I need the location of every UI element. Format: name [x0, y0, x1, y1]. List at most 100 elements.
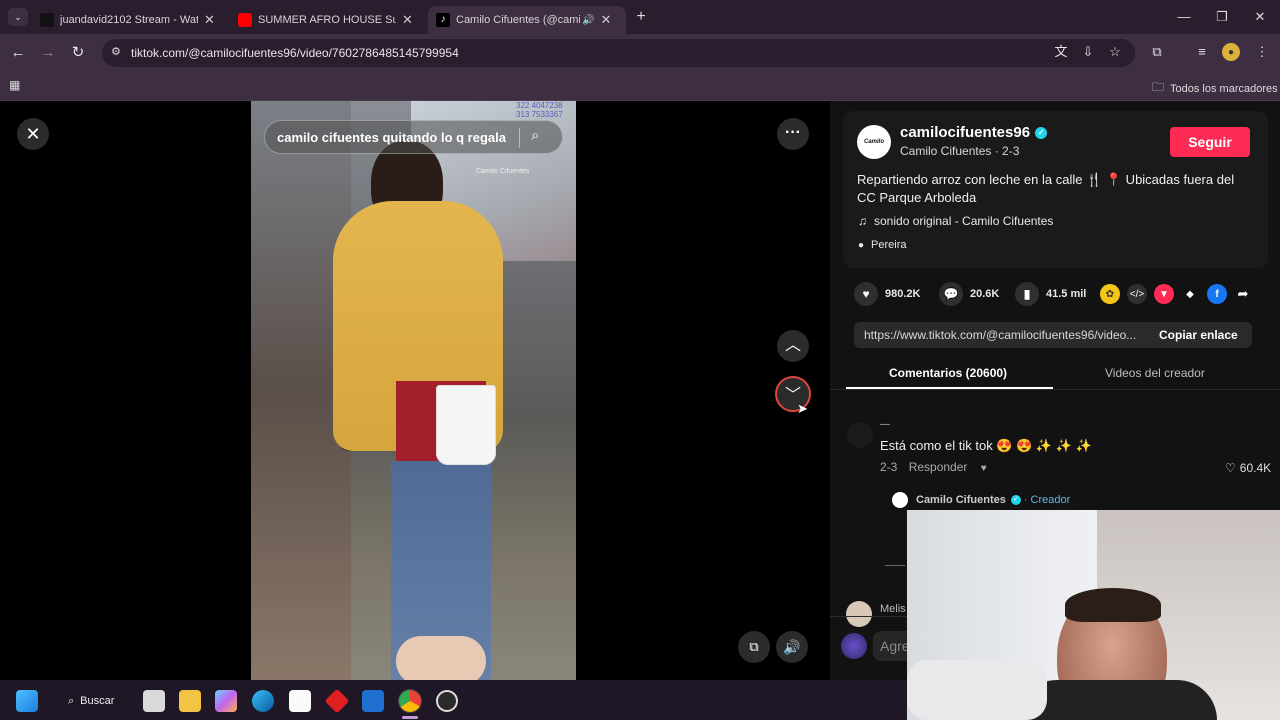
share-icon-1[interactable]: ✿ [1100, 284, 1120, 304]
share-arrow-icon[interactable]: ➦ [1233, 284, 1253, 304]
search-icon[interactable]: ⌕ [531, 127, 539, 144]
address-bar[interactable]: ⚙ tiktok.com/@camilocifuentes96/video/76… [102, 39, 1135, 67]
next-comment-author[interactable]: Melis [880, 603, 906, 615]
chrome-icon[interactable] [399, 690, 421, 712]
separator-dot: · [1023, 494, 1028, 506]
forward-icon[interactable]: → [37, 42, 59, 64]
close-tab-icon[interactable]: ✕ [600, 12, 611, 28]
all-bookmarks-label: Todos los marcadores [1170, 82, 1278, 95]
username-text: camilocifuentes96 [900, 124, 1031, 141]
file-explorer-icon[interactable] [179, 690, 201, 712]
media-control-icon[interactable]: ≡ [1192, 42, 1212, 62]
creator-tag: Creador [1030, 494, 1071, 506]
site-info-icon[interactable]: ⚙ [111, 45, 121, 58]
browser-tab-2[interactable]: SUMMER AFRO HOUSE Sunset ✕ [230, 6, 426, 34]
youtube-icon [238, 13, 252, 27]
send-icon[interactable]: ▼ [1154, 284, 1174, 304]
close-window-icon[interactable]: ✕ [1244, 6, 1276, 28]
tab-creator-videos[interactable]: Videos del creador [1105, 366, 1205, 380]
follow-button[interactable]: Seguir [1170, 127, 1250, 157]
new-tab-icon[interactable]: + [632, 8, 650, 26]
comment-text: Está como el tik tok 😍 😍 ✨ ✨ ✨ [880, 438, 1092, 453]
reply-button[interactable]: Responder [909, 460, 968, 474]
comment-icon: 💬 [939, 282, 963, 306]
tabs-divider [830, 389, 1280, 390]
separator-dot: · [991, 144, 1003, 158]
cup [436, 385, 496, 465]
tab-comments[interactable]: Comentarios (20600) [889, 366, 1007, 380]
search-icon: ⌕ [68, 694, 75, 707]
like-button[interactable]: ♥ 980.2K [854, 282, 920, 306]
heart-outline-icon: ♡ [1225, 461, 1236, 475]
tiktok-icon: ♪ [436, 13, 450, 27]
tab-search-menu[interactable]: ⌄ [8, 8, 28, 26]
creator-reply-name[interactable]: Camilo Cifuentes [916, 494, 1006, 506]
edge-icon[interactable] [252, 690, 274, 712]
comment-like-count: 60.4K [1239, 461, 1272, 475]
comment-count: 20.6K [970, 288, 1000, 300]
creator-subline: Camilo Cifuentes · 2-3 [900, 144, 1019, 158]
taskbar-search[interactable]: ⌕ Buscar [60, 688, 130, 714]
save-button[interactable]: ▮ 41.5 mil [1015, 282, 1086, 306]
copy-link-button[interactable]: Copiar enlace [1159, 328, 1238, 342]
start-icon[interactable] [16, 690, 38, 712]
volume-button[interactable]: 🔊 [776, 631, 808, 663]
obs-icon[interactable] [436, 690, 458, 712]
reload-icon[interactable]: ↻ [67, 42, 89, 64]
close-tab-icon[interactable]: ✕ [204, 12, 215, 28]
extensions-icon[interactable]: ⧉ [1147, 42, 1167, 62]
task-view-icon[interactable] [143, 690, 165, 712]
sound-link[interactable]: ♫ sonido original - Camilo Cifuentes [858, 214, 1053, 228]
next-commenter-avatar[interactable] [846, 601, 872, 627]
close-tab-icon[interactable]: ✕ [402, 12, 413, 28]
bookmarks-bar: ▦ 🗀 Todos los marcadores [0, 72, 1280, 101]
close-video-button[interactable]: ✕ [17, 118, 49, 150]
outlook-icon[interactable] [362, 690, 384, 712]
location-pin-icon: ● [858, 239, 865, 251]
install-app-icon[interactable]: ⇩ [1078, 42, 1098, 62]
pillow [907, 660, 1047, 720]
video-search-bar[interactable]: camilo cifuentes quitando lo q regala ⌕ [264, 120, 563, 154]
chrome-active-indicator [402, 716, 418, 719]
sign-numbers: 322 4047238 313 7533367 [516, 101, 563, 119]
bookmark-star-icon[interactable]: ☆ [1105, 42, 1125, 62]
maximize-icon[interactable]: ❐ [1206, 6, 1238, 28]
translate-icon[interactable]: 文 [1051, 42, 1071, 62]
back-icon[interactable]: ← [7, 42, 29, 64]
webcam-person-hair [1065, 588, 1161, 622]
comment-like[interactable]: ♡ 60.4K [1225, 461, 1271, 475]
apps-grid-icon[interactable]: ▦ [9, 78, 23, 92]
location-link[interactable]: ● Pereira [858, 239, 907, 251]
url-text: tiktok.com/@camilocifuentes96/video/7602… [131, 46, 459, 60]
previous-video-button[interactable]: ︿ [777, 330, 809, 362]
all-bookmarks-button[interactable]: 🗀 Todos los marcadores [1152, 78, 1278, 99]
user-avatar [841, 633, 867, 659]
save-count: 41.5 mil [1046, 288, 1087, 300]
browser-tab-1[interactable]: juandavid2102 Stream - Watch ✕ [32, 6, 228, 34]
video-player[interactable]: 322 4047238 313 7533367 Camilo Cifuentes… [251, 101, 576, 680]
location-name: Pereira [871, 239, 907, 251]
browser-toolbar: ← → ↻ ⚙ tiktok.com/@camilocifuentes96/vi… [0, 34, 1280, 72]
post-date: 2-3 [1002, 144, 1020, 158]
more-menu-icon[interactable]: ⋮ [1252, 42, 1272, 62]
floating-player-button[interactable]: ⧉ [738, 631, 770, 663]
profile-avatar[interactable]: ● [1222, 43, 1240, 61]
commenter-avatar[interactable] [847, 422, 873, 448]
more-options-button[interactable]: ··· [777, 118, 809, 150]
hand-bottom [396, 636, 486, 680]
verified-icon: ✓ [1035, 126, 1048, 139]
music-note-icon: ♫ [858, 214, 867, 228]
share-icon-dark[interactable]: ◆ [1180, 284, 1200, 304]
comment-author[interactable]: — [880, 419, 890, 430]
creator-avatar[interactable]: Camilo Cifuentes [857, 125, 891, 159]
creator-username[interactable]: camilocifuentes96 ✓ [900, 124, 1048, 141]
comment-button[interactable]: 💬 20.6K [939, 282, 999, 306]
app-red-icon[interactable] [324, 688, 350, 714]
embed-icon[interactable]: </> [1127, 284, 1147, 304]
creator-reply: Camilo Cifuentes ✓ · Creador [892, 492, 1070, 508]
facebook-icon[interactable]: f [1207, 284, 1227, 304]
copilot-icon[interactable] [215, 690, 237, 712]
minimize-icon[interactable]: — [1168, 6, 1200, 28]
store-icon[interactable] [289, 690, 311, 712]
browser-tab-3[interactable]: ♪ Camilo Cifuentes (@camilo 🔊 ✕ [428, 6, 626, 34]
